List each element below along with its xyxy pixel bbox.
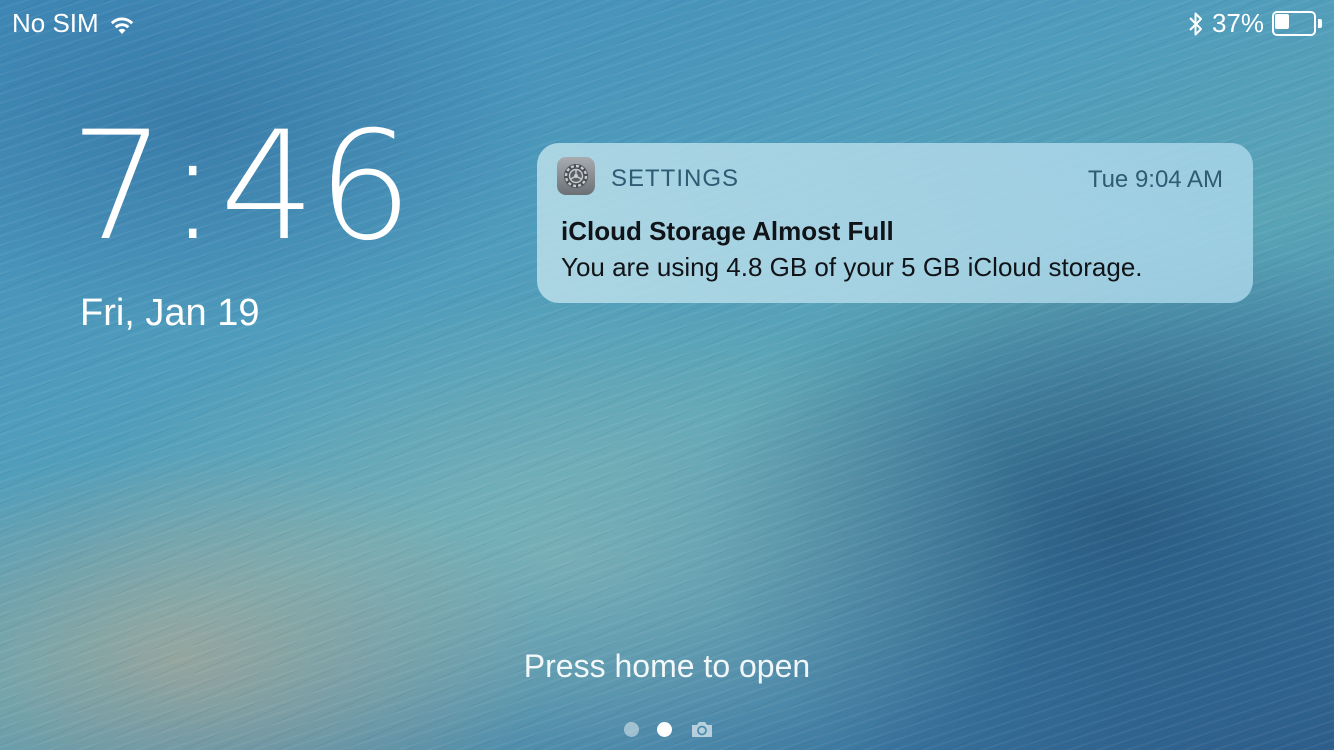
notification-title: iCloud Storage Almost Full	[561, 216, 894, 246]
camera-icon[interactable]	[690, 720, 714, 739]
page-dot-1[interactable]	[624, 722, 639, 737]
carrier-label: No SIM	[12, 8, 99, 38]
notification-app-name: SETTINGS	[611, 165, 740, 192]
page-indicator[interactable]	[624, 720, 714, 739]
press-home-hint: Press home to open	[523, 648, 811, 684]
bluetooth-icon	[1188, 11, 1204, 37]
battery-icon	[1272, 11, 1322, 36]
lock-screen-time: 7:46	[70, 100, 415, 274]
battery-percent: 37%	[1211, 8, 1264, 38]
wifi-icon	[109, 13, 135, 35]
notification-card[interactable]: SETTINGS Tue 9:04 AM iCloud Storage Almo…	[537, 143, 1253, 303]
notification-body: You are using 4.8 GB of your 5 GB iCloud…	[561, 252, 1143, 282]
settings-gear-icon	[557, 157, 595, 195]
battery-level-fill	[1275, 14, 1289, 29]
page-dot-2[interactable]	[657, 722, 672, 737]
lock-screen-date: Fri, Jan 19	[80, 292, 260, 334]
status-bar-right: 37%	[1188, 8, 1322, 39]
status-bar-left: No SIM	[12, 8, 135, 39]
notification-time: Tue 9:04 AM	[1087, 166, 1223, 193]
